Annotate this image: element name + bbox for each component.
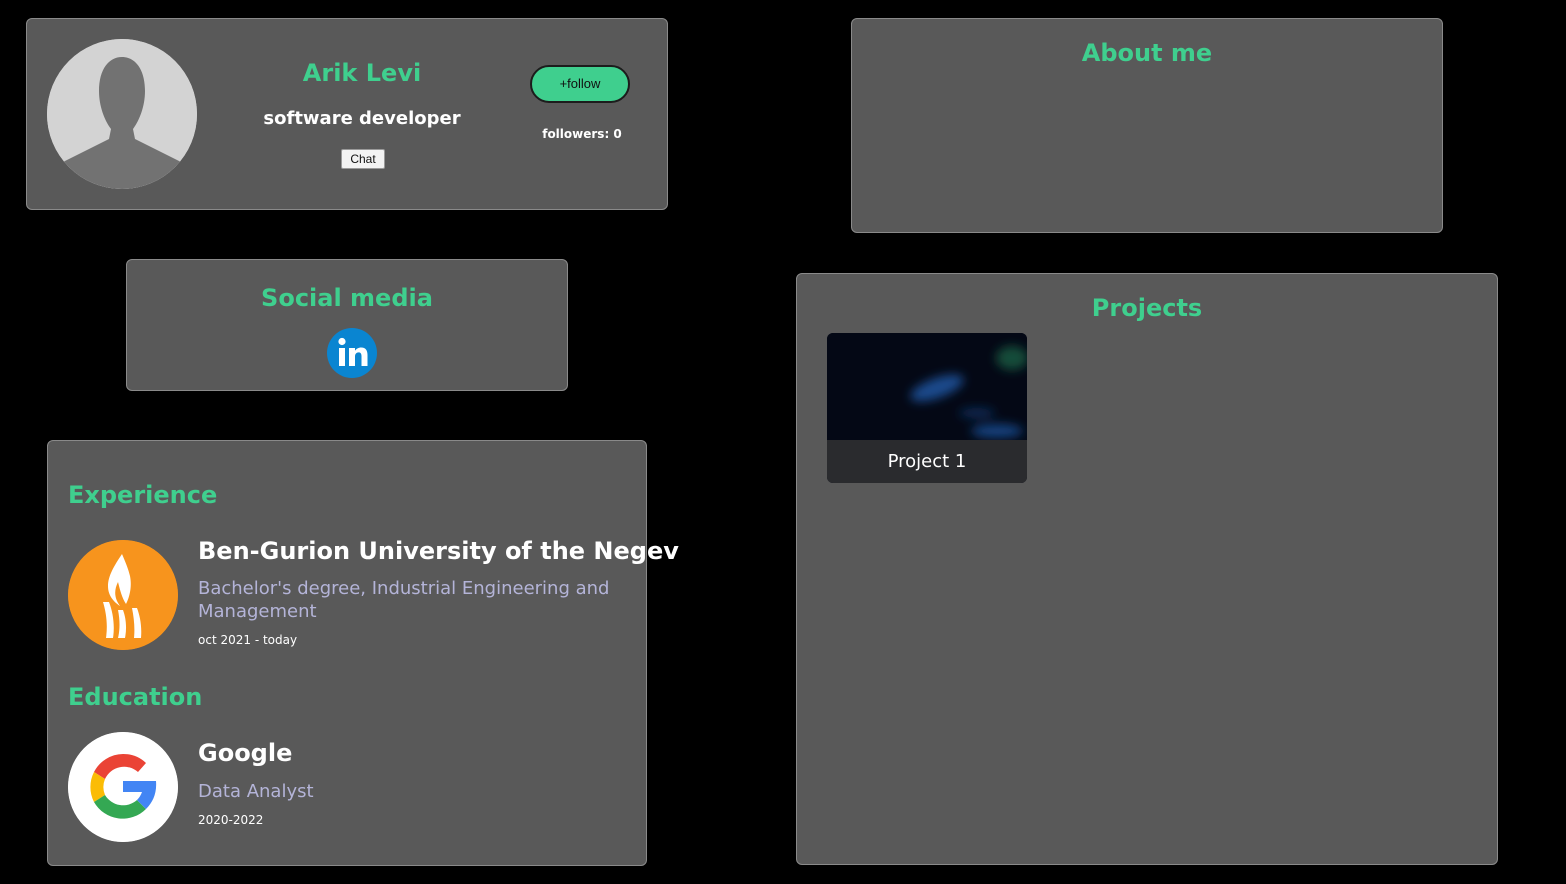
social-media-title: Social media xyxy=(261,284,433,312)
bgu-logo-icon xyxy=(68,540,178,650)
experience-item-name: Ben-Gurion University of the Negev xyxy=(198,537,679,565)
project-thumbnail-image xyxy=(827,333,1027,440)
experience-heading: Experience xyxy=(68,481,218,509)
education-heading: Education xyxy=(68,683,203,711)
education-item-role: Data Analyst xyxy=(198,781,314,802)
projects-title: Projects xyxy=(1091,294,1203,322)
profile-title: software developer xyxy=(263,108,461,129)
projects-card: Projects Project 1 xyxy=(796,273,1498,865)
default-avatar-icon xyxy=(47,39,197,189)
education-item-dates: 2020-2022 xyxy=(198,813,264,827)
profile-name: Arik Levi xyxy=(302,59,422,87)
profile-card: Arik Levi software developer Chat +follo… xyxy=(26,18,668,210)
project-tile[interactable]: Project 1 xyxy=(827,333,1027,483)
experience-education-card: Experience Ben-Gurion University of the … xyxy=(47,440,679,866)
experience-item-role: Bachelor's degree, Industrial Engineerin… xyxy=(198,578,610,622)
avatar xyxy=(47,39,197,189)
education-item-name: Google xyxy=(198,739,293,767)
about-title: About me xyxy=(1081,39,1213,67)
about-card: About me xyxy=(851,18,1443,233)
project-title: Project 1 xyxy=(827,440,1027,483)
follow-button[interactable]: +follow xyxy=(530,65,630,103)
social-media-card: Social media xyxy=(126,259,568,391)
experience-item-dates: oct 2021 - today xyxy=(198,633,298,647)
google-logo-icon xyxy=(68,732,178,842)
followers-count: followers: 0 xyxy=(542,127,622,141)
linkedin-icon[interactable] xyxy=(327,328,377,378)
chat-button[interactable]: Chat xyxy=(341,149,385,169)
